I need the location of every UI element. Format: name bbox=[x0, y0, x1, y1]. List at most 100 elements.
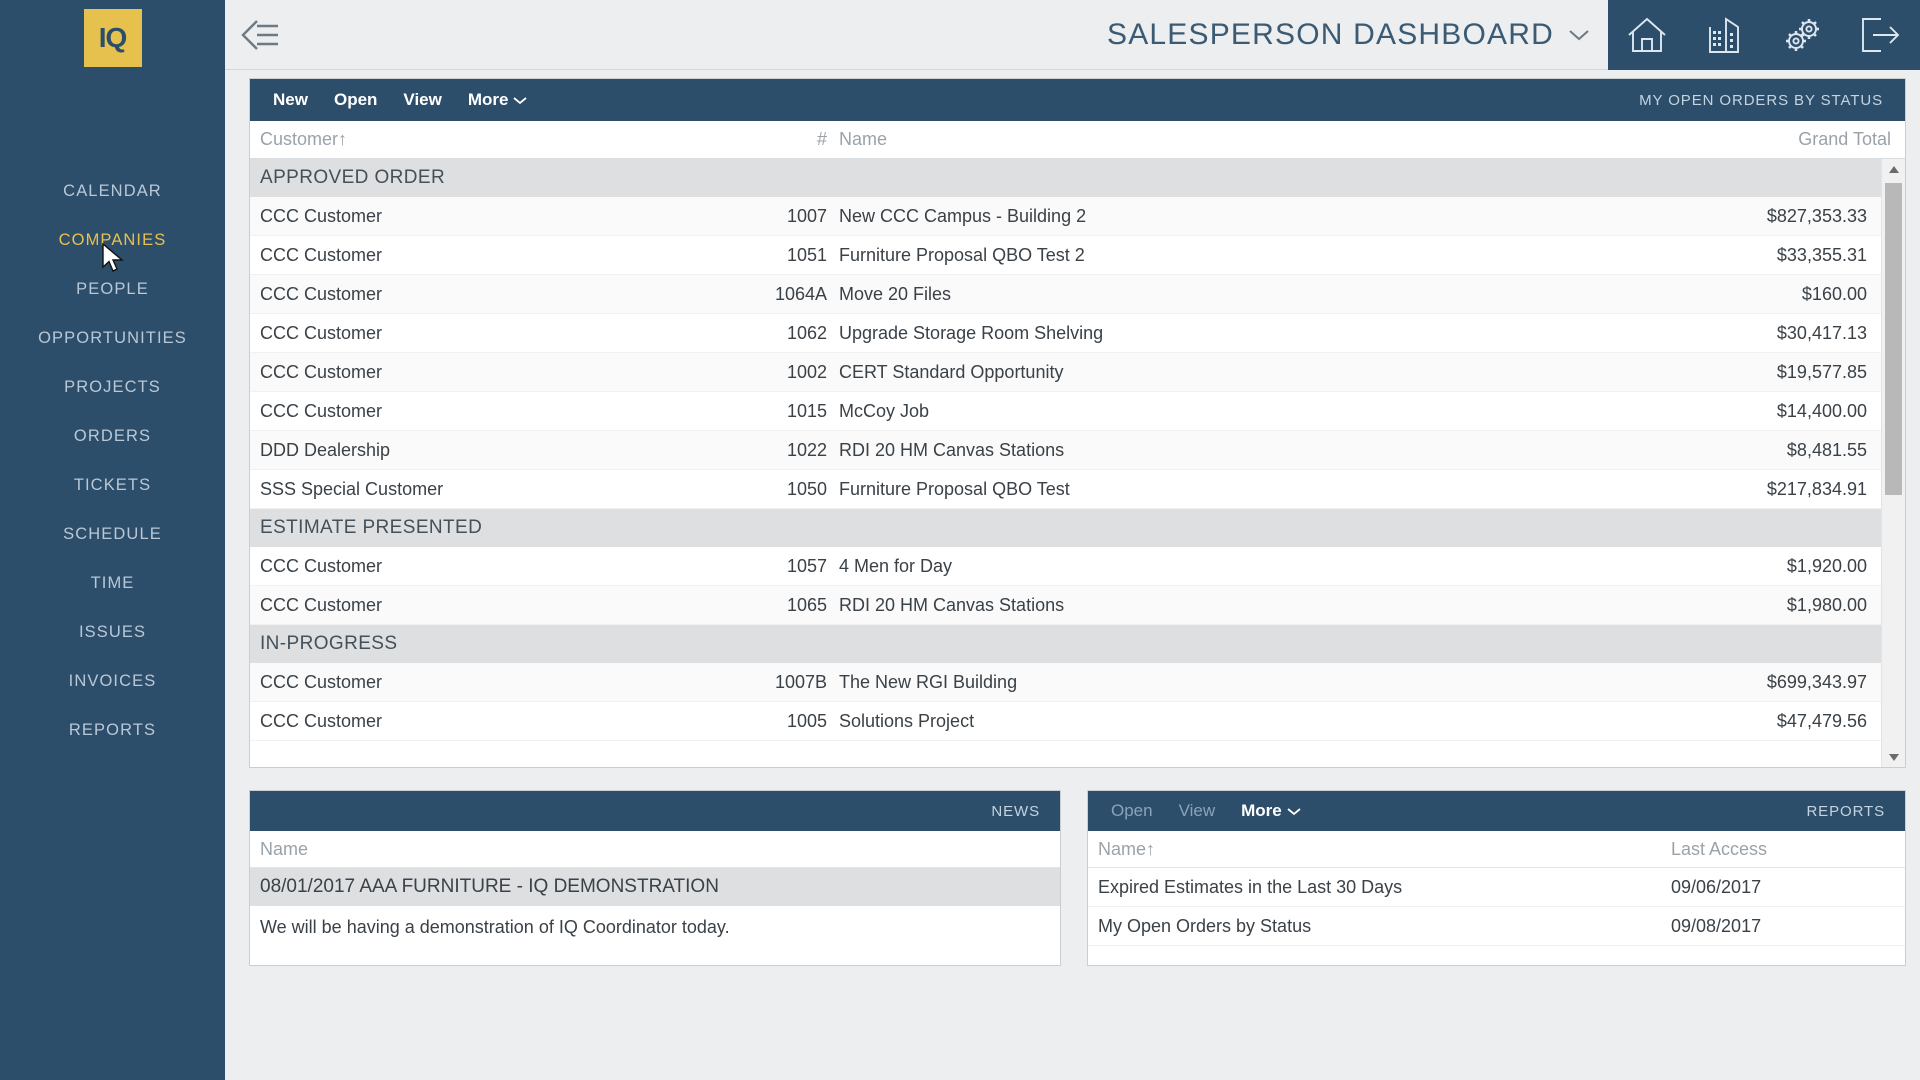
cell-name: CERT Standard Opportunity bbox=[839, 361, 1064, 382]
group-header-row[interactable]: ESTIMATE PRESENTED bbox=[250, 509, 1881, 547]
sidebar-item-schedule[interactable]: SCHEDULE bbox=[0, 510, 225, 559]
scroll-down-arrow-icon[interactable] bbox=[1888, 747, 1900, 767]
table-row[interactable]: SSS Special Customer 1050 Furniture Propos… bbox=[250, 470, 1881, 509]
sidebar-item-label: CALENDAR bbox=[63, 182, 162, 200]
cell-grand-total: $19,577.85 bbox=[1776, 361, 1867, 382]
table-row[interactable]: CCC Customer 1005 Solutions Project $47,479… bbox=[250, 702, 1881, 741]
reports-more-menu-button[interactable]: More bbox=[1228, 801, 1314, 821]
cell-customer: CCC Customer bbox=[260, 322, 383, 343]
chevron-down-icon bbox=[513, 96, 528, 104]
column-header-customer[interactable]: Customer↑ bbox=[250, 129, 745, 150]
cell-customer: DDD Dealership bbox=[260, 439, 391, 460]
cell-name: McCoy Job bbox=[839, 400, 930, 421]
logout-icon[interactable] bbox=[1853, 11, 1909, 59]
cell-grand-total: $699,343.97 bbox=[1766, 671, 1867, 692]
dashboard-selector[interactable]: SALESPERSON DASHBOARD bbox=[297, 18, 1608, 52]
cell-number: 1050 bbox=[786, 478, 827, 499]
table-row[interactable]: CCC Customer 1002 CERT Standard Opportunit… bbox=[250, 353, 1881, 392]
news-column-headers: Name bbox=[250, 831, 1060, 868]
sidebar-item-label: OPPORTUNITIES bbox=[38, 329, 187, 347]
top-header: SALESPERSON DASHBOARD bbox=[225, 0, 1920, 70]
sidebar-item-label: PEOPLE bbox=[76, 280, 149, 298]
cell-grand-total: $160.00 bbox=[1801, 283, 1867, 304]
table-row[interactable]: CCC Customer 1064A Move 20 Files $160.00 bbox=[250, 275, 1881, 314]
reports-open-button[interactable]: Open bbox=[1098, 801, 1166, 821]
sidebar-item-reports[interactable]: REPORTS bbox=[0, 706, 225, 755]
bottom-panels: NEWS Name 08/01/2017 AAA FURNITURE - IQ … bbox=[249, 790, 1906, 966]
sidebar-item-people[interactable]: PEOPLE bbox=[0, 265, 225, 314]
cell-number: 1002 bbox=[786, 361, 827, 382]
sidebar-item-time[interactable]: TIME bbox=[0, 559, 225, 608]
table-row[interactable]: CCC Customer 1057 4 Men for Day $1,920.00 bbox=[250, 547, 1881, 586]
table-row[interactable]: CCC Customer 1062 Upgrade Storage Room She… bbox=[250, 314, 1881, 353]
cell-customer: CCC Customer bbox=[260, 361, 383, 382]
back-menu-icon[interactable] bbox=[225, 0, 297, 70]
reports-row[interactable]: My Open Orders by Status 09/08/2017 bbox=[1088, 907, 1905, 946]
cell-last-access: 09/06/2017 bbox=[1671, 876, 1762, 897]
column-header-number[interactable]: # bbox=[745, 129, 827, 150]
app-logo[interactable]: IQ bbox=[83, 9, 142, 67]
cell-name: Furniture Proposal QBO Test bbox=[839, 478, 1070, 499]
sidebar-item-invoices[interactable]: INVOICES bbox=[0, 657, 225, 706]
sidebar-item-calendar[interactable]: CALENDAR bbox=[0, 167, 225, 216]
group-header-row[interactable]: IN-PROGRESS bbox=[250, 625, 1881, 663]
column-header-name[interactable]: Name bbox=[827, 129, 1575, 150]
grid-toolbar: New Open View More MY OPEN ORDERS BY STA… bbox=[250, 79, 1905, 121]
chevron-down-icon[interactable] bbox=[1568, 28, 1590, 42]
new-button[interactable]: New bbox=[260, 90, 321, 110]
cell-number: 1007B bbox=[774, 671, 827, 692]
sidebar-item-opportunities[interactable]: OPPORTUNITIES bbox=[0, 314, 225, 363]
cell-grand-total: $33,355.31 bbox=[1776, 244, 1867, 265]
sidebar-item-companies[interactable]: COMPANIES bbox=[0, 216, 225, 265]
table-row[interactable]: CCC Customer 1051 Furniture Proposal QBO T… bbox=[250, 236, 1881, 275]
news-panel: NEWS Name 08/01/2017 AAA FURNITURE - IQ … bbox=[249, 790, 1061, 966]
cell-customer: CCC Customer bbox=[260, 283, 383, 304]
reports-panel: Open View More REPORTS Name↑ Last Access… bbox=[1087, 790, 1906, 966]
news-headline[interactable]: 08/01/2017 AAA FURNITURE - IQ DEMONSTRAT… bbox=[250, 868, 1060, 906]
home-icon[interactable] bbox=[1619, 11, 1675, 59]
cell-grand-total: $14,400.00 bbox=[1776, 400, 1867, 421]
sidebar-item-label: TIME bbox=[90, 574, 135, 592]
news-panel-bar: NEWS bbox=[250, 791, 1060, 831]
open-button[interactable]: Open bbox=[321, 90, 390, 110]
news-panel-title: NEWS bbox=[991, 802, 1040, 820]
cell-customer: CCC Customer bbox=[260, 671, 383, 692]
group-header-row[interactable]: APPROVED ORDER bbox=[250, 159, 1881, 197]
column-header-news-name[interactable]: Name bbox=[250, 839, 308, 860]
cell-grand-total: $827,353.33 bbox=[1766, 205, 1867, 226]
scroll-up-arrow-icon[interactable] bbox=[1888, 159, 1900, 179]
sidebar-item-issues[interactable]: ISSUES bbox=[0, 608, 225, 657]
cell-customer: CCC Customer bbox=[260, 400, 383, 421]
table-row[interactable]: CCC Customer 1007 New CCC Campus - Buildin… bbox=[250, 197, 1881, 236]
column-header-grand-total[interactable]: Grand Total bbox=[1575, 129, 1905, 150]
reports-view-button[interactable]: View bbox=[1166, 801, 1229, 821]
more-menu-button[interactable]: More bbox=[455, 90, 541, 110]
cell-customer: CCC Customer bbox=[260, 244, 383, 265]
sidebar-item-projects[interactable]: PROJECTS bbox=[0, 363, 225, 412]
grid-vertical-scrollbar[interactable] bbox=[1881, 159, 1905, 767]
reports-row[interactable]: Expired Estimates in the Last 30 Days 09/… bbox=[1088, 868, 1905, 907]
scrollbar-track[interactable] bbox=[1882, 179, 1905, 747]
reports-panel-bar: Open View More REPORTS bbox=[1088, 791, 1905, 831]
cell-name: Upgrade Storage Room Shelving bbox=[839, 322, 1104, 343]
table-row[interactable]: DDD Dealership 1022 RDI 20 HM Canvas Stati… bbox=[250, 431, 1881, 470]
table-row[interactable]: CCC Customer 1015 McCoy Job $14,400.00 bbox=[250, 392, 1881, 431]
column-header-report-name[interactable]: Name↑ bbox=[1088, 839, 1665, 860]
building-icon[interactable] bbox=[1697, 11, 1753, 59]
cell-customer: CCC Customer bbox=[260, 710, 383, 731]
cell-grand-total: $47,479.56 bbox=[1776, 710, 1867, 731]
gears-settings-icon[interactable] bbox=[1775, 11, 1831, 59]
sidebar-nav: CALENDAR COMPANIES PEOPLE OPPORTUNITIES PROJ… bbox=[0, 167, 225, 755]
cell-name: Solutions Project bbox=[839, 710, 975, 731]
cell-name: 4 Men for Day bbox=[839, 555, 953, 576]
column-header-last-access[interactable]: Last Access bbox=[1665, 839, 1905, 860]
sidebar-item-orders[interactable]: ORDERS bbox=[0, 412, 225, 461]
cell-name: The New RGI Building bbox=[839, 671, 1018, 692]
table-row[interactable]: CCC Customer 1007B The New RGI Building $69… bbox=[250, 663, 1881, 702]
scrollbar-thumb[interactable] bbox=[1885, 183, 1902, 496]
cell-number: 1062 bbox=[786, 322, 827, 343]
main-area: SALESPERSON DASHBOARD New Open View More… bbox=[225, 0, 1920, 1080]
table-row[interactable]: CCC Customer 1065 RDI 20 HM Canvas Station… bbox=[250, 586, 1881, 625]
view-button[interactable]: View bbox=[390, 90, 454, 110]
sidebar-item-tickets[interactable]: TICKETS bbox=[0, 461, 225, 510]
